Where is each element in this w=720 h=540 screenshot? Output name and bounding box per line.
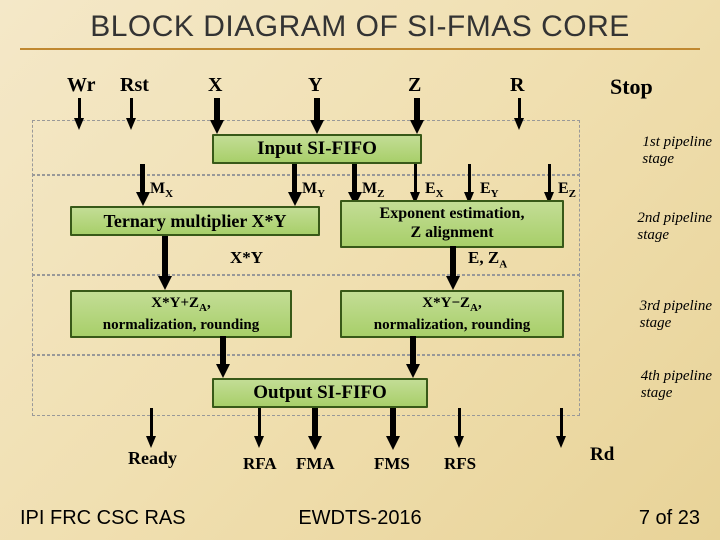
input-fifo-block: Input SI-FIFO	[212, 134, 422, 164]
input-wr: Wr	[67, 74, 96, 97]
subnorm-block: X*Y−ZA,normalization, rounding	[340, 290, 564, 338]
out-ready: Ready	[128, 448, 177, 469]
stage3-label: 3rd pipeline stage	[640, 298, 712, 331]
input-r: R	[510, 74, 524, 97]
input-y: Y	[308, 74, 322, 97]
mz-label: MZ	[362, 180, 384, 200]
out-fms: FMS	[374, 454, 410, 474]
my-label: MY	[302, 180, 325, 200]
mx-label: MX	[150, 180, 173, 200]
output-fifo-block: Output SI-FIFO	[212, 378, 428, 408]
stage2-label: 2nd pipeline stage	[637, 210, 712, 243]
slide-title: BLOCK DIAGRAM OF SI-FMAS CORE	[20, 0, 700, 50]
input-z: Z	[408, 74, 421, 97]
out-rfs: RFS	[444, 454, 476, 474]
ey-label: EY	[480, 180, 499, 200]
exp-block: Exponent estimation, Z alignment	[340, 200, 564, 248]
stage1-label: 1st pipeline stage	[642, 134, 712, 167]
footer-right: 7 of 23	[639, 507, 700, 530]
out-fma: FMA	[296, 454, 335, 474]
input-rst: Rst	[120, 74, 149, 97]
out-rd: Rd	[590, 444, 614, 466]
input-stop: Stop	[610, 74, 653, 100]
eza-label: E, ZA	[468, 248, 507, 270]
addnorm-block: X*Y+ZA,normalization, rounding	[70, 290, 292, 338]
ternary-block: Ternary multiplier X*Y	[70, 206, 320, 236]
ex-label: EX	[425, 180, 444, 200]
ez-label: EZ	[558, 180, 576, 200]
footer-mid: EWDTS-2016	[0, 507, 720, 530]
xy-label: X*Y	[230, 248, 263, 268]
input-x: X	[208, 74, 222, 97]
out-rfa: RFA	[243, 454, 277, 474]
stage4-label: 4th pipeline stage	[641, 368, 712, 401]
